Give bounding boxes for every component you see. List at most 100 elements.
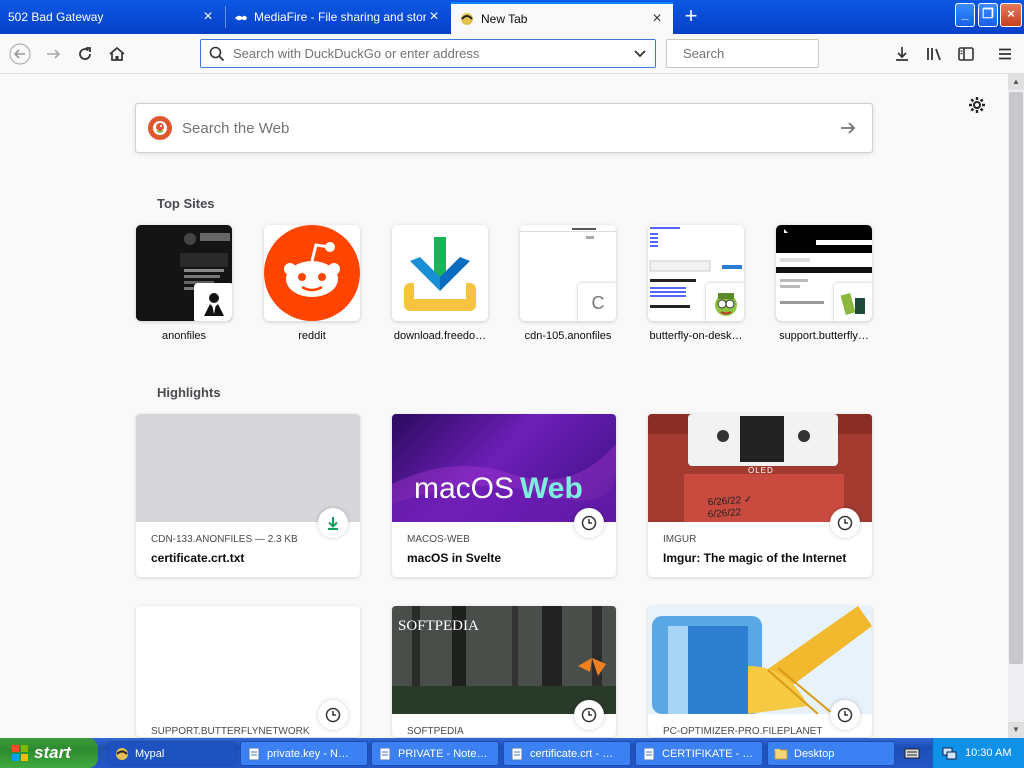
vertical-scrollbar[interactable]: ▲ ▼ xyxy=(1008,74,1024,738)
web-search-box[interactable] xyxy=(135,103,873,153)
settings-button[interactable] xyxy=(966,94,988,116)
close-tab-icon[interactable]: × xyxy=(649,11,665,27)
tab-title: New Tab xyxy=(481,12,528,26)
web-search-input[interactable] xyxy=(182,119,838,137)
hamburger-menu-icon xyxy=(999,48,1011,60)
taskbar-button-desktop[interactable]: Desktop xyxy=(767,741,895,766)
home-button[interactable] xyxy=(105,42,129,66)
highlight-card-butterfly-network[interactable]: SUPPORT.BUTTERFLYNETWORK xyxy=(136,606,360,737)
search-bar[interactable] xyxy=(666,39,859,68)
download-icon xyxy=(896,47,908,61)
folder-icon xyxy=(774,748,788,759)
highlight-card-certificate[interactable]: CDN-133.ANONFILES — 2.3 KB certificate.c… xyxy=(136,414,360,577)
top-site-thumbnail xyxy=(648,225,744,321)
gear-icon xyxy=(969,97,985,113)
card-title: macOS in Svelte xyxy=(407,551,502,565)
card-thumbnail xyxy=(136,606,360,714)
top-site-label: download.freedo… xyxy=(393,330,487,342)
tab-bar: 502 Bad Gateway × MediaFire - File shari… xyxy=(0,0,1024,34)
butterfly-network-icon xyxy=(834,283,872,321)
notepad-icon xyxy=(248,747,260,760)
card-history-badge xyxy=(574,700,604,730)
forward-button[interactable] xyxy=(41,42,65,66)
mypal-icon xyxy=(116,747,128,760)
downloads-button[interactable] xyxy=(890,42,914,66)
reload-button[interactable] xyxy=(73,42,97,66)
top-site-label: cdn-105.anonfiles xyxy=(524,330,612,342)
scroll-up-button[interactable]: ▲ xyxy=(1008,74,1024,90)
highlight-card-pc-optimizer[interactable]: PC-OPTIMIZER-PRO.FILEPLANET xyxy=(648,606,872,737)
close-tab-icon[interactable]: × xyxy=(200,9,216,25)
notepad-icon xyxy=(511,747,523,760)
windows-logo-icon xyxy=(12,745,28,761)
tab-title: 502 Bad Gateway xyxy=(8,10,104,24)
search-input[interactable] xyxy=(683,46,859,61)
taskbar-button-mypal[interactable]: Mypal xyxy=(108,741,236,766)
macos-thumb-text: macOS xyxy=(414,472,515,505)
network-icon[interactable] xyxy=(941,745,957,761)
highlight-card-imgur[interactable]: 6/26/22 ✓ 6/26/22 OLED IMGUR Imgur: The … xyxy=(648,414,872,577)
svg-text:6/26/22: 6/26/22 xyxy=(707,507,741,520)
arrow-right-icon[interactable] xyxy=(838,118,858,138)
butterfly-mascot-icon xyxy=(706,283,744,321)
notepad-icon xyxy=(643,747,655,760)
card-history-badge xyxy=(830,508,860,538)
tab-502-bad-gateway[interactable]: 502 Bad Gateway × xyxy=(0,2,224,32)
new-tab-page: Top Sites anonfiles xyxy=(0,74,1008,738)
sidebar-button[interactable] xyxy=(954,42,978,66)
top-site-thumbnail xyxy=(264,225,360,321)
taskbar-button-private-note[interactable]: PRIVATE - Note… xyxy=(371,741,499,766)
tab-mediafire[interactable]: MediaFire - File sharing and storage × xyxy=(226,2,450,32)
restore-button[interactable]: ❐ xyxy=(978,3,998,27)
back-button[interactable] xyxy=(8,42,32,66)
history-clock-icon xyxy=(837,515,853,531)
library-icon xyxy=(927,48,941,61)
top-site-reddit[interactable]: reddit xyxy=(264,225,360,342)
highlight-card-macos-web[interactable]: macOS Web MACOS-WEB macOS in Svelte xyxy=(392,414,616,577)
keyboard-icon[interactable] xyxy=(904,745,920,761)
highlights-heading: Highlights xyxy=(157,385,221,400)
navigation-bar xyxy=(0,34,1024,74)
url-bar[interactable] xyxy=(200,39,656,68)
tab-title: MediaFire - File sharing and storage xyxy=(254,10,426,24)
scrollbar-thumb[interactable] xyxy=(1009,92,1023,664)
oled-label: OLED xyxy=(748,466,774,475)
softpedia-thumb-text: SOFTPEDIA xyxy=(398,618,479,634)
forward-arrow-icon xyxy=(47,49,61,59)
top-site-download-freedownload[interactable]: download.freedo… xyxy=(392,225,488,342)
menu-button[interactable] xyxy=(993,42,1017,66)
card-thumbnail: 6/26/22 ✓ 6/26/22 OLED xyxy=(648,414,872,522)
close-window-button[interactable]: × xyxy=(1000,3,1022,27)
new-tab-button[interactable]: + xyxy=(678,4,704,30)
clock[interactable]: 10:30 AM xyxy=(965,747,1011,759)
chevron-down-icon[interactable] xyxy=(633,49,647,59)
download-icon xyxy=(328,517,338,530)
taskbar-button-label: CERTIFIKATE - … xyxy=(662,747,754,760)
taskbar: start Mypal private.key - N… PRIVATE - N… xyxy=(0,738,1024,768)
generic-site-icon: C xyxy=(578,283,616,321)
taskbar-button-label: PRIVATE - Note… xyxy=(398,747,488,760)
start-label: start xyxy=(34,743,71,762)
top-site-support-butterfly[interactable]: support.butterfly… xyxy=(776,225,872,342)
taskbar-button-certificate[interactable]: certificate.crt - … xyxy=(503,741,631,766)
top-site-label: anonfiles xyxy=(161,330,207,342)
tab-new-tab[interactable]: New Tab × xyxy=(451,2,673,34)
top-site-cdn-105-anonfiles[interactable]: C cdn-105.anonfiles xyxy=(520,225,616,342)
top-site-butterfly-on-desktop[interactable]: butterfly-on-desk… xyxy=(648,225,744,342)
minimize-button[interactable]: _ xyxy=(955,3,975,27)
taskbar-button-private-key[interactable]: private.key - N… xyxy=(240,741,368,766)
card-thumbnail xyxy=(136,414,360,522)
top-site-anonfiles[interactable]: anonfiles xyxy=(136,225,232,342)
taskbar-button-label: private.key - N… xyxy=(267,747,349,760)
card-thumbnail xyxy=(648,606,872,714)
library-button[interactable] xyxy=(922,42,946,66)
sidebar-icon xyxy=(958,47,974,61)
scroll-down-button[interactable]: ▼ xyxy=(1008,722,1024,738)
highlight-card-softpedia[interactable]: SOFTPEDIA SOFTPEDIA xyxy=(392,606,616,737)
taskbar-button-certifikate[interactable]: CERTIFIKATE - … xyxy=(635,741,763,766)
duckduckgo-logo-icon xyxy=(148,116,172,140)
url-input[interactable] xyxy=(233,46,633,61)
close-tab-icon[interactable]: × xyxy=(426,9,442,25)
taskbar-button-label: Desktop xyxy=(794,747,835,760)
start-button[interactable]: start xyxy=(0,738,98,768)
